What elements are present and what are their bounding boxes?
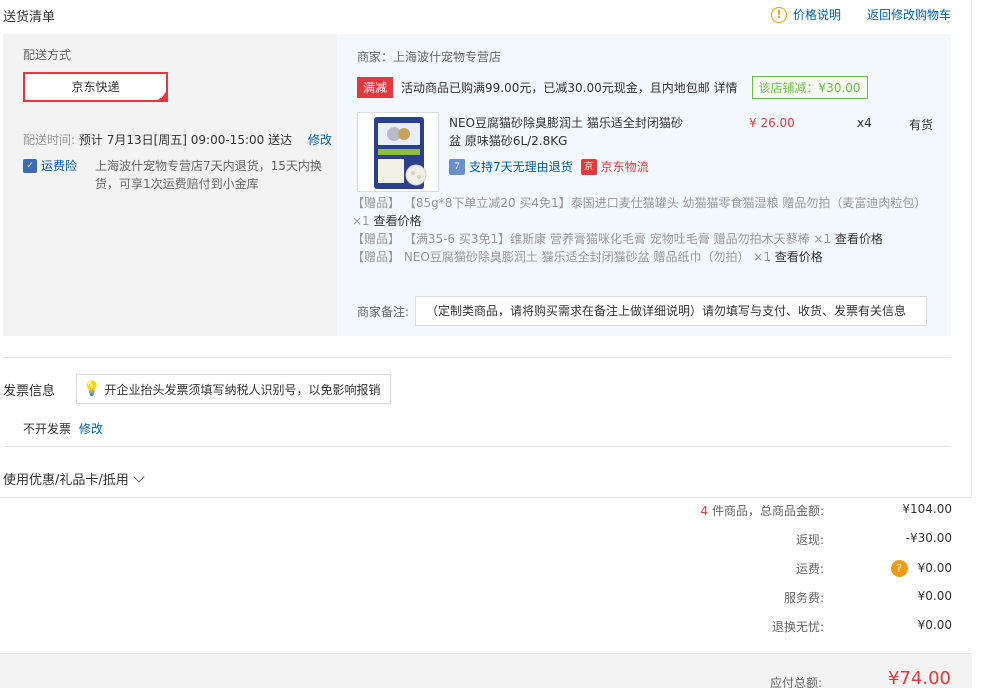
- gift-text: 【赠品】 【85g*8下单立减20 买4免1】泰国进口麦仕猫罐头 幼猫猫零食猫湿…: [352, 196, 927, 228]
- view-price-link[interactable]: 查看价格: [775, 250, 823, 264]
- summary-row-rebate: 返现: -¥30.00: [0, 531, 958, 551]
- gift-text: 【赠品】 NEO豆腐猫砂除臭膨润土 猫乐适全封闭猫砂盆 赠品纸巾（勿拍） ×1: [352, 250, 771, 264]
- gift-item: 【赠品】 【85g*8下单立减20 买4免1】泰国进口麦仕猫罐头 幼猫猫零食猫湿…: [352, 194, 932, 230]
- shipping-box: 配送方式 京东快递 ✓ 配送时间: 预计 7月13日[周五] 09:00-15:…: [3, 34, 951, 336]
- invoice-status: 不开发票 修改: [23, 420, 103, 437]
- freight-insurance-label: 运费险: [41, 159, 78, 173]
- header-links: ! 价格说明 返回修改购物车: [770, 6, 951, 23]
- shipping-options: 配送方式 京东快递 ✓ 配送时间: 预计 7月13日[周五] 09:00-15:…: [3, 34, 333, 336]
- delivery-time-label: 配送时间:: [23, 133, 76, 147]
- gift-text: 【赠品】 【满35-6 买3免1】维斯康 营养膏猫咪化毛膏 宠物吐毛膏 赠品勿拍…: [352, 232, 832, 246]
- check-icon: ✓: [159, 92, 166, 101]
- price-note-label: 价格说明: [792, 8, 841, 22]
- order-summary: 4 件商品，总商品金额: ¥104.00 返现: -¥30.00 运费: ? ¥0…: [0, 498, 958, 648]
- service-fee-label: 服务费:: [783, 591, 824, 605]
- shop-name: 商家：上海波什宠物专营店: [357, 50, 502, 64]
- gift-item: 【赠品】 【满35-6 买3免1】维斯康 营养膏猫咪化毛膏 宠物吐毛膏 赠品勿拍…: [352, 230, 932, 248]
- product-stock: 有货: [909, 118, 934, 132]
- express-option-label: 京东快递: [71, 80, 120, 94]
- invoice-title: 发票信息: [3, 384, 56, 399]
- shop-discount-badge: 该店铺减：¥30.00: [751, 76, 868, 99]
- seller-remark: 商家备注: （定制类商品，请将购买需求在备注上做详细说明）请勿填写与支付、收货、…: [357, 296, 928, 326]
- summary-row-items: 4 件商品，总商品金额: ¥104.00: [0, 502, 958, 522]
- freight-value-wrap: ? ¥0.00: [890, 560, 952, 577]
- lightbulb-icon: 💡: [83, 381, 101, 397]
- freight-label: 运费:: [795, 562, 824, 576]
- delivery-time-edit[interactable]: 修改: [308, 133, 332, 147]
- shield-icon: ✓: [23, 158, 37, 173]
- order-panel: 送货清单 ! 价格说明 返回修改购物车 配送方式 京东快递 ✓ 配送时间: 预计…: [0, 0, 972, 498]
- summary-row-return: 退换无忧: ¥0.00: [0, 618, 958, 638]
- view-price-link[interactable]: 查看价格: [835, 232, 883, 246]
- view-price-link[interactable]: 查看价格: [374, 214, 422, 228]
- coupon-toggle[interactable]: 使用优惠/礼品卡/抵用: [3, 469, 145, 488]
- payable-value: ¥74.00: [888, 668, 951, 688]
- coupon-label: 使用优惠/礼品卡/抵用: [3, 473, 129, 488]
- promo-tag: 满减: [357, 77, 394, 98]
- product-name[interactable]: NEO豆腐猫砂除臭膨润土 猫乐适全封闭猫砂盆 原味猫砂6L/2.8KG: [449, 114, 694, 150]
- payable-bar: 应付总额: ¥74.00: [0, 653, 972, 688]
- summary-row-freight: 运费: ? ¥0.00: [0, 560, 958, 580]
- return-care-value: ¥0.00: [917, 618, 952, 632]
- divider: [3, 446, 951, 447]
- seller-remark-label: 商家备注:: [357, 304, 410, 319]
- delivery-time-value: 预计 7月13日[周五] 09:00-15:00 送达: [78, 133, 293, 147]
- invoice-status-text: 不开发票: [23, 422, 72, 436]
- price-note-link[interactable]: ! 价格说明: [770, 6, 841, 23]
- shop-order: 商家：上海波什宠物专营店 满减 活动商品已购满99.00元，已减30.00元现金…: [337, 34, 951, 336]
- freight-insurance-text: 上海波什宠物专营店7天内退货，15天内换货，可享1次运费赔付到小金库: [95, 159, 322, 191]
- jd-logistics-link[interactable]: 京东物流: [601, 158, 649, 175]
- product-quantity: x4: [857, 116, 872, 130]
- item-count: 4: [700, 504, 709, 518]
- jd-logistics-icon: 京: [580, 158, 597, 175]
- product-image[interactable]: [357, 112, 439, 192]
- help-icon[interactable]: ?: [890, 560, 908, 577]
- return-care-label: 退换无忧:: [771, 620, 824, 634]
- items-label-text: 件商品，总商品金额:: [711, 504, 824, 518]
- chevron-down-icon: [133, 470, 145, 483]
- return-icon: 7: [449, 158, 465, 175]
- divider: [3, 357, 951, 358]
- return-policy-link[interactable]: 支持7天无理由退货: [469, 158, 573, 175]
- warning-icon: !: [770, 6, 787, 23]
- items-total-label: 4 件商品，总商品金额:: [700, 502, 824, 519]
- invoice-edit-link[interactable]: 修改: [79, 422, 103, 436]
- invoice-tip: 💡 开企业抬头发票须填写纳税人识别号，以免影响报销: [76, 374, 392, 404]
- promo-text[interactable]: 活动商品已购满99.00元，已减30.00元现金，且内地包邮 详情: [401, 79, 738, 96]
- shipping-method-label: 配送方式: [23, 48, 72, 62]
- rebate-label: 返现:: [795, 533, 824, 547]
- freight-insurance-link[interactable]: ✓ 运费险: [23, 157, 77, 174]
- invoice-tip-text: 开企业抬头发票须填写纳税人识别号，以免影响报销: [104, 382, 381, 397]
- summary-row-service: 服务费: ¥0.00: [0, 589, 958, 609]
- section-title: 送货清单: [3, 10, 56, 25]
- delivery-time: 配送时间: 预计 7月13日[周五] 09:00-15:00 送达 修改: [23, 131, 332, 148]
- promo-line: 满减 活动商品已购满99.00元，已减30.00元现金，且内地包邮 详情 该店铺…: [357, 76, 868, 99]
- back-to-cart-link[interactable]: 返回修改购物车: [867, 6, 951, 23]
- gift-list: 【赠品】 【85g*8下单立减20 买4免1】泰国进口麦仕猫罐头 幼猫猫零食猫湿…: [352, 194, 932, 266]
- product-price: ¥ 26.00: [749, 116, 795, 130]
- freight-value: ¥0.00: [917, 561, 952, 575]
- seller-remark-input[interactable]: （定制类商品，请将购买需求在备注上做详细说明）请勿填写与支付、收货、发票有关信息: [415, 296, 928, 326]
- payable-label: 应付总额:: [769, 676, 822, 688]
- product-services: 7 支持7天无理由退货 京 京东物流: [449, 158, 649, 175]
- gift-item: 【赠品】 NEO豆腐猫砂除臭膨润土 猫乐适全封闭猫砂盆 赠品纸巾（勿拍） ×1 …: [352, 248, 932, 266]
- service-fee-value: ¥0.00: [917, 589, 952, 603]
- cat-litter-image: [358, 113, 438, 191]
- rebate-value: -¥30.00: [905, 531, 952, 545]
- express-option-button[interactable]: 京东快递 ✓: [23, 72, 168, 102]
- items-total-value: ¥104.00: [902, 502, 952, 516]
